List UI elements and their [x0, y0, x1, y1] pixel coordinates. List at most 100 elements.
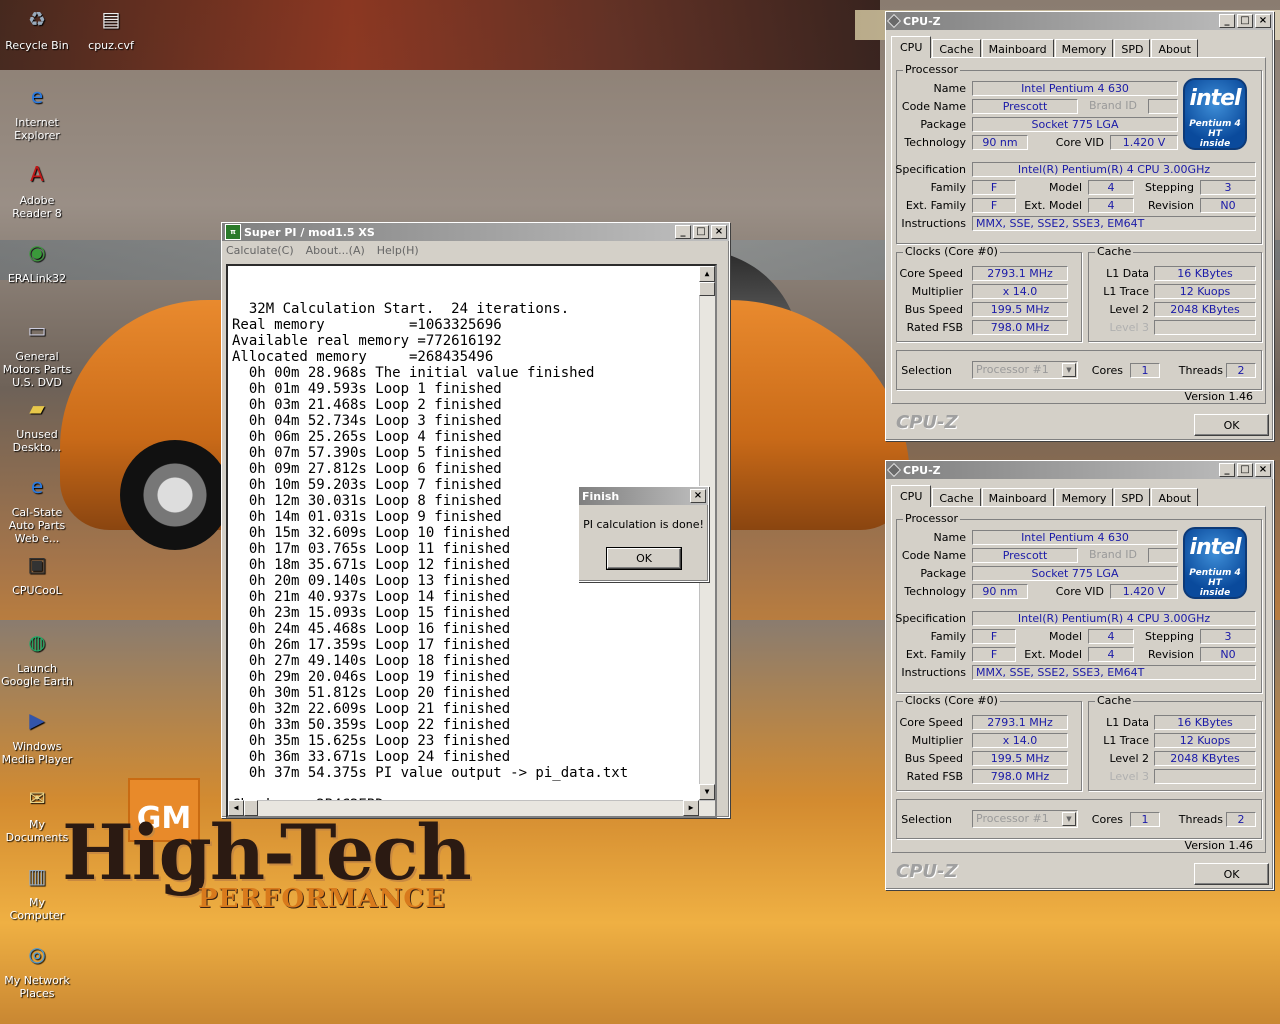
intel-line1: Pentium 4 HT [1189, 119, 1241, 139]
scroll-left-icon[interactable]: ◀ [228, 800, 244, 816]
scroll-down-icon[interactable]: ▼ [699, 784, 715, 800]
clocks-group-title: Clocks (Core #0) [903, 245, 1000, 258]
finish-titlebar[interactable]: Finish × [579, 487, 708, 505]
tab-about[interactable]: About [1151, 488, 1198, 507]
tab-mainboard[interactable]: Mainboard [981, 488, 1054, 507]
desktop-icon[interactable]: ▤ cpuz.cvf [74, 3, 148, 53]
output-line: 0h 37m 54.375s PI value output -> pi_dat… [232, 765, 629, 781]
horizontal-scrollbar[interactable]: ◀ ▶ [228, 800, 715, 816]
tab-cache[interactable]: Cache [932, 39, 981, 58]
processor-select[interactable]: Processor #1 ▼ [972, 810, 1078, 828]
level3-value [1154, 769, 1256, 784]
l1-data-value: 16 KBytes [1154, 266, 1256, 281]
scroll-up-icon[interactable]: ▲ [699, 266, 715, 282]
cpuz-app-icon [886, 462, 902, 478]
desktop-icon[interactable]: ♻ Recycle Bin [0, 3, 74, 53]
threads-label: Threads [1178, 364, 1223, 377]
desktop-icon-label: My Network Places [4, 974, 70, 1000]
output-line: 0h 36m 33.671s Loop 24 finished [232, 749, 511, 765]
finish-message: PI calculation is done! [583, 518, 704, 531]
hscroll-thumb[interactable] [244, 800, 258, 816]
desktop-icon[interactable]: ▶ Windows Media Player [0, 704, 74, 767]
desktop-icon[interactable]: ◍ Launch Google Earth [0, 626, 74, 689]
menu-about[interactable]: About...(A) [306, 244, 365, 257]
folder-icon: ▰ [29, 395, 45, 420]
cpuz-titlebar[interactable]: CPU-Z _ □ × [886, 12, 1273, 30]
processor-select[interactable]: Processor #1 ▼ [972, 361, 1078, 379]
desktop-icon[interactable]: ◎ My Network Places [0, 938, 74, 1001]
maximize-button[interactable]: □ [693, 225, 709, 239]
close-button[interactable]: × [1255, 14, 1271, 28]
ext-family-label: Ext. Family [905, 199, 966, 212]
menu-calculate[interactable]: Calculate(C) [226, 244, 294, 257]
desktop-icon[interactable]: e Internet Explorer [0, 80, 74, 143]
name-value: Intel Pentium 4 630 [972, 530, 1178, 545]
desktop-icon-label: cpuz.cvf [88, 39, 134, 52]
output-line: 0h 27m 49.140s Loop 18 finished [232, 653, 511, 669]
tab-spd[interactable]: SPD [1114, 39, 1151, 58]
desktop-icon[interactable]: ▥ My Computer [0, 860, 74, 923]
desktop-icon[interactable]: ▭ General Motors Parts U.S. DVD [0, 314, 74, 390]
close-button[interactable]: × [711, 225, 727, 239]
selection-label: Selection [901, 813, 952, 826]
chevron-down-icon[interactable]: ▼ [1062, 812, 1076, 826]
ext-family-label: Ext. Family [905, 648, 966, 661]
desktop-icon-label: Windows Media Player [1, 740, 73, 766]
family-value: F [972, 629, 1016, 644]
maximize-button[interactable]: □ [1237, 14, 1253, 28]
output-line: 0h 00m 28.968s The initial value finishe… [232, 365, 595, 381]
tab-memory[interactable]: Memory [1054, 39, 1114, 58]
cpuz-window: CPU-Z _ □ × CPU Cache Mainboard Memory S… [885, 460, 1274, 890]
desktop-icon[interactable]: e Cal-State Auto Parts Web e... [0, 470, 74, 546]
superpi-titlebar[interactable]: π Super PI / mod1.5 XS _ □ × [222, 223, 729, 241]
multiplier-label: Multiplier [911, 734, 963, 747]
scroll-thumb[interactable] [699, 282, 715, 296]
tab-spd[interactable]: SPD [1114, 488, 1151, 507]
menu-help[interactable]: Help(H) [377, 244, 419, 257]
processor-group-title: Processor [903, 512, 960, 525]
tab-cache[interactable]: Cache [932, 488, 981, 507]
cores-label: Cores [1091, 364, 1123, 377]
tab-cpu[interactable]: CPU [891, 485, 932, 507]
rated-fsb-value: 798.0 MHz [972, 320, 1068, 335]
minimize-button[interactable]: _ [1219, 14, 1235, 28]
cpuz-titlebar[interactable]: CPU-Z _ □ × [886, 461, 1273, 479]
google-earth-icon: ◍ [28, 629, 46, 654]
finish-ok-button[interactable]: OK [606, 547, 682, 570]
output-line: 0h 35m 15.625s Loop 23 finished [232, 733, 511, 749]
intel-brand-text: intel [1189, 535, 1241, 560]
tab-about[interactable]: About [1151, 39, 1198, 58]
tab-mainboard[interactable]: Mainboard [981, 39, 1054, 58]
cpuz-title: CPU-Z [903, 14, 941, 28]
file-icon: ▤ [101, 6, 121, 31]
scroll-right-icon[interactable]: ▶ [683, 800, 699, 816]
desktop-icon[interactable]: ▣ CPUCooL [0, 548, 74, 598]
intel-pentium4-ht-logo: intel Pentium 4 HT inside [1183, 527, 1247, 599]
technology-value: 90 nm [972, 135, 1028, 150]
output-line: 0h 26m 17.359s Loop 17 finished [232, 637, 511, 653]
desktop-icon[interactable]: ◉ ERALink32 [0, 236, 74, 286]
close-button[interactable]: × [1255, 463, 1271, 477]
maximize-button[interactable]: □ [1237, 463, 1253, 477]
close-button[interactable]: × [690, 489, 706, 503]
desktop-icon-label: ERALink32 [7, 272, 67, 285]
tab-memory[interactable]: Memory [1054, 488, 1114, 507]
desktop-icon[interactable]: ✉ My Documents [0, 782, 74, 845]
revision-label: Revision [1148, 648, 1194, 661]
minimize-button[interactable]: _ [675, 225, 691, 239]
desktop-icon[interactable]: ▰ Unused Deskto... [0, 392, 74, 455]
chevron-down-icon[interactable]: ▼ [1062, 363, 1076, 377]
output-line: 0h 29m 20.046s Loop 19 finished [232, 669, 511, 685]
bus-speed-label: Bus Speed [904, 752, 963, 765]
minimize-button[interactable]: _ [1219, 463, 1235, 477]
desktop-icon-label: Adobe Reader 8 [12, 194, 62, 220]
cpuz-ok-button[interactable]: OK [1194, 414, 1269, 436]
instructions-value: MMX, SSE, SSE2, SSE3, EM64T [972, 216, 1256, 231]
desktop-icon[interactable]: A Adobe Reader 8 [0, 158, 74, 221]
media-player-icon: ▶ [29, 707, 45, 732]
version-text: Version 1.46 [1184, 390, 1253, 403]
cpuz-ok-button[interactable]: OK [1194, 863, 1269, 885]
output-line: 0h 30m 51.812s Loop 20 finished [232, 685, 511, 701]
tab-cpu[interactable]: CPU [891, 36, 932, 58]
l1-trace-value: 12 Kuops [1154, 733, 1256, 748]
